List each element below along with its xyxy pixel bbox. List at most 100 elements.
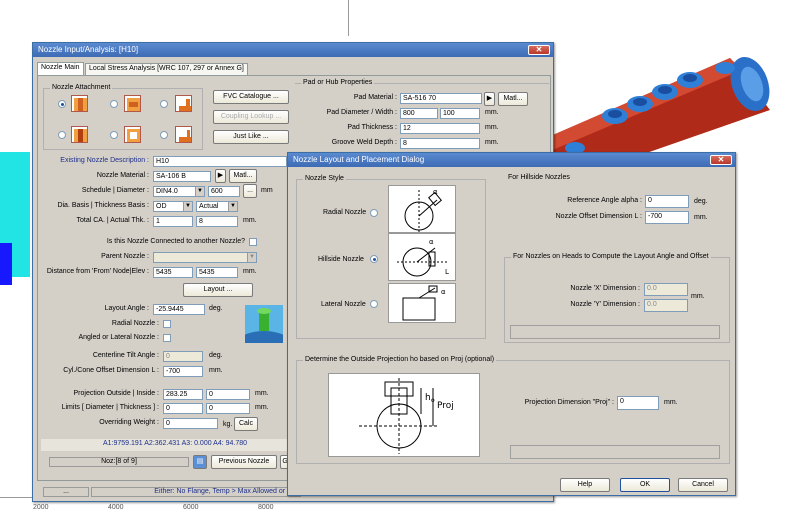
groove-weld-field[interactable]: 8	[400, 138, 480, 149]
projection-label: Projection Outside | Inside :	[73, 390, 159, 397]
layout-angle-field[interactable]: -25.9445	[153, 304, 205, 315]
x-dimension-label: Nozzle 'X' Dimension :	[570, 285, 640, 292]
pad-thickness-unit: mm.	[485, 124, 499, 131]
groove-weld-label: Groove Weld Depth :	[331, 139, 397, 146]
pad-material-field[interactable]: SA-516 70	[400, 93, 482, 104]
fvc-catalogue-button[interactable]: FVC Catalogue ...	[213, 90, 289, 104]
projection-dimension-field[interactable]: 0	[617, 396, 659, 410]
x-dimension-field[interactable]: 0.0	[644, 283, 688, 296]
tilt-angle-unit: deg.	[209, 352, 223, 359]
actual-thickness-field[interactable]: 8	[196, 216, 238, 227]
groove-weld-unit: mm.	[485, 139, 499, 146]
close-icon[interactable]: ✕	[528, 45, 550, 55]
diameter-unit: mm	[261, 187, 273, 194]
diameter-select[interactable]: 600	[208, 186, 240, 197]
connected-nozzle-checkbox[interactable]	[249, 238, 257, 246]
xy-dimension-unit: mm.	[691, 293, 705, 300]
just-like-button[interactable]: Just Like ...	[213, 130, 289, 144]
cyl-offset-unit: mm.	[209, 367, 223, 374]
attachment-radio-5[interactable]	[110, 131, 118, 139]
projection-inside-field[interactable]: 0	[206, 389, 250, 400]
nozzle-style-title: Nozzle Style	[303, 175, 346, 182]
total-ca-field[interactable]: 1	[153, 216, 193, 227]
diagram-proj-label: Proj	[437, 401, 454, 411]
projection-outside-field[interactable]: 283.25	[163, 389, 203, 400]
distance-label: Distance from 'From' Node|Elev :	[46, 268, 149, 275]
hillside-L-label: L	[445, 268, 449, 276]
limits-label: Limits [ Diameter | Thickness ] :	[61, 404, 159, 411]
attachment-radio-1[interactable]	[58, 100, 66, 108]
coupling-lookup-button[interactable]: Coupling Lookup ...	[213, 110, 289, 124]
limits-unit: mm.	[255, 404, 269, 411]
pad-thickness-label: Pad Thickness :	[347, 124, 397, 131]
weight-field[interactable]: 0	[163, 418, 218, 429]
connected-nozzle-label: Is this Nozzle Connected to another Nozz…	[106, 238, 245, 245]
attachment-radio-3[interactable]	[160, 100, 168, 108]
help-button[interactable]: Help	[560, 478, 610, 492]
parent-nozzle-label: Parent Nozzle :	[101, 253, 149, 260]
chevron-down-icon: ▼	[247, 253, 256, 262]
abutting-nozzle-icon	[124, 95, 141, 112]
axis-tick-4000: 4000	[108, 504, 124, 511]
offset-dimension-label: Nozzle Offset Dimension L :	[555, 213, 642, 220]
schedule-value: DIN4.0	[156, 188, 178, 195]
thickness-basis-select[interactable]: Actual ▼	[196, 201, 238, 212]
dia-basis-select[interactable]: OD ▼	[153, 201, 193, 212]
tilt-angle-field[interactable]: 0	[163, 351, 203, 362]
parent-nozzle-select[interactable]: ▼	[153, 252, 257, 263]
previous-nozzle-button[interactable]: Previous Nozzle	[211, 455, 277, 469]
axis-tick-6000: 6000	[183, 504, 199, 511]
cyl-offset-field[interactable]: -700	[163, 366, 203, 377]
nozzle-material-field[interactable]: SA-106 B	[153, 171, 211, 182]
attachment-radio-6[interactable]	[160, 131, 168, 139]
distance-field[interactable]: 5435	[153, 267, 193, 278]
nozzle-list-icon[interactable]: ▤	[193, 455, 207, 469]
total-ca-label: Total CA. | Actual Thk. :	[76, 217, 150, 224]
layout-angle-label: Layout Angle :	[104, 305, 149, 312]
diameter-ellipsis-button[interactable]: ...	[243, 184, 257, 198]
nozzle-matl-button[interactable]: Matl...	[229, 169, 257, 183]
close-icon[interactable]: ✕	[710, 155, 732, 165]
ok-button[interactable]: OK	[620, 478, 670, 492]
reference-angle-field[interactable]: 0	[645, 195, 689, 208]
pad-material-label: Pad Material :	[353, 94, 397, 101]
tab-local-stress[interactable]: Local Stress Analysis [WRC 107, 297 or A…	[85, 63, 248, 75]
hillside-group: For Hillside Nozzles	[500, 174, 728, 231]
attachment-radio-2[interactable]	[110, 100, 118, 108]
tab-nozzle-main[interactable]: Nozzle Main	[37, 62, 84, 75]
axis-tick-8000: 8000	[258, 504, 274, 511]
elevation-field[interactable]: 5435	[196, 267, 238, 278]
pad-thickness-field[interactable]: 12	[400, 123, 480, 134]
lateral-nozzle-radio[interactable]	[370, 300, 378, 308]
radial-nozzle-checkbox[interactable]	[163, 320, 171, 328]
limits-diameter-field[interactable]: 0	[163, 403, 203, 414]
pad-matl-button[interactable]: Matl...	[498, 92, 528, 106]
pad-diameter-field[interactable]: 800	[400, 108, 438, 119]
heads-group-title: For Nozzles on Heads to Compute the Layo…	[511, 253, 711, 260]
axis-tick-2000: 2000	[33, 504, 49, 511]
hillside-nozzle-option-label: Hillside Nozzle	[318, 256, 364, 263]
schedule-select[interactable]: DIN4.0 ▼	[153, 186, 205, 197]
y-dimension-field[interactable]: 0.0	[644, 299, 688, 312]
thickness-basis-value: Actual	[199, 203, 219, 210]
radial-nozzle-radio[interactable]	[370, 209, 378, 217]
existing-nozzle-field[interactable]: H10	[153, 156, 287, 167]
pad-width-field[interactable]: 100	[440, 108, 480, 119]
cancel-button[interactable]: Cancel	[678, 478, 728, 492]
hillside-nozzle-radio[interactable]	[370, 255, 378, 263]
lateral-alpha-label: α	[441, 288, 446, 296]
pad-hub-title: Pad or Hub Properties	[301, 79, 375, 86]
attachment-radio-4[interactable]	[58, 131, 66, 139]
pad-material-arrow-button[interactable]: ▶	[484, 92, 495, 106]
pad-nozzle-icon	[175, 95, 192, 112]
radial-nozzle-label: Radial Nozzle :	[111, 320, 159, 327]
heads-info-box	[510, 325, 720, 339]
offset-dimension-field[interactable]: -700	[645, 211, 689, 224]
nozzle-material-arrow-button[interactable]: ▶	[215, 169, 226, 183]
calc-button[interactable]: Calc	[234, 417, 258, 431]
layout-button[interactable]: Layout ...	[183, 283, 253, 297]
angled-nozzle-checkbox[interactable]	[163, 334, 171, 342]
weight-unit: kg.	[223, 421, 233, 428]
limits-thickness-field[interactable]: 0	[206, 403, 250, 414]
projection-group-title: Determine the Outside Projection ho base…	[303, 356, 497, 363]
